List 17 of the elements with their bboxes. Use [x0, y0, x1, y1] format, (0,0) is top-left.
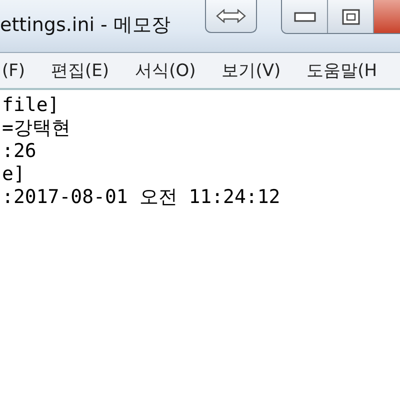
menu-item[interactable]: 서식(O) [135, 59, 196, 82]
window-title: ettings.ini - 메모장 [0, 13, 172, 38]
swap-button[interactable] [205, 0, 257, 33]
minimize-icon [294, 12, 316, 22]
menu-item[interactable]: 보기(V) [222, 59, 281, 82]
menu-item[interactable]: 도움말(H [306, 59, 378, 82]
menu-item[interactable]: (F) [2, 60, 26, 80]
maximize-button[interactable] [328, 0, 374, 33]
menu-item[interactable]: 편집(E) [51, 59, 110, 82]
minimize-button[interactable] [282, 0, 328, 33]
text-line: =강택현 [2, 117, 72, 140]
text-line: e] [2, 163, 26, 186]
double-arrow-icon [216, 9, 246, 23]
text-line: :2017-08-01 오전 11:24:12 [2, 186, 282, 209]
text-line: file] [2, 94, 60, 117]
maximize-icon [342, 8, 360, 24]
text-line: :26 [2, 140, 38, 163]
